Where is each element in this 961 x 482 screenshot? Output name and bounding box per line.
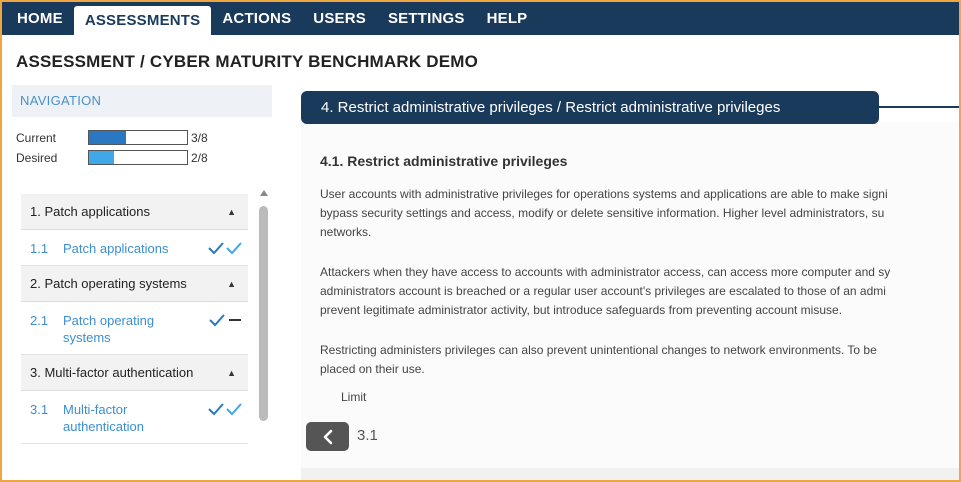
paragraph-line: bypass security settings and access, mod… (320, 206, 885, 220)
section-heading: 4.1. Restrict administrative privileges (320, 153, 568, 169)
item-number: 2.1 (30, 313, 49, 328)
check-dark-icon (208, 242, 224, 255)
tab-home[interactable]: HOME (6, 2, 74, 35)
sidebar-item-1-1[interactable]: 1.1 Patch applications (21, 230, 248, 266)
limit-label: Limit (341, 390, 367, 404)
progress-current-value: 3/8 (191, 130, 208, 145)
progress-current-bar (88, 130, 188, 145)
status-marks (208, 240, 242, 257)
tab-users[interactable]: USERS (302, 2, 377, 35)
group-title: 2. Patch operating systems (30, 276, 187, 291)
paragraph-line: User accounts with administrative privil… (320, 187, 888, 201)
progress-current-fill (89, 131, 126, 144)
section-title-bar: 4. Restrict administrative privileges / … (301, 91, 879, 124)
chevron-left-icon (323, 429, 332, 444)
paragraph-line: networks. (320, 225, 372, 239)
group-header-patch-applications[interactable]: 1. Patch applications ▲ (21, 194, 248, 230)
previous-section-ref[interactable]: 3.1 (357, 427, 378, 444)
progress-desired-fill (89, 151, 114, 164)
progress-desired-bar (88, 150, 188, 165)
tab-assessments[interactable]: ASSESSMENTS (73, 6, 212, 35)
sidebar-item-2-1[interactable]: 2.1 Patch operating systems (21, 302, 248, 355)
status-marks (209, 312, 241, 346)
status-marks (208, 401, 242, 435)
title-divider (879, 106, 959, 108)
caret-up-icon[interactable]: ▲ (227, 207, 236, 217)
scrollbar-thumb[interactable] (259, 206, 268, 421)
progress-current: Current 3/8 (16, 130, 208, 145)
paragraph-line: prevent legitimate administrator activit… (320, 303, 843, 317)
caret-up-icon[interactable]: ▲ (227, 279, 236, 289)
tab-help[interactable]: HELP (476, 2, 539, 35)
item-name[interactable]: Patch operating systems (63, 312, 205, 346)
scroll-up-arrow-icon[interactable] (260, 190, 268, 196)
top-navigation: HOME ASSESSMENTS ACTIONS USERS SETTINGS … (2, 2, 959, 35)
progress-desired: Desired 2/8 (16, 150, 208, 165)
dash-icon (229, 319, 241, 321)
paragraph-3: Restricting administers privileges can a… (320, 341, 959, 379)
item-number: 3.1 (30, 402, 49, 417)
paragraph-line: Restricting administers privileges can a… (320, 343, 877, 357)
back-button[interactable] (306, 422, 349, 451)
paragraph-1: User accounts with administrative privil… (320, 185, 959, 242)
item-number: 1.1 (30, 241, 49, 256)
paragraph-line: administrators account is breached or a … (320, 284, 886, 298)
app-frame: HOME ASSESSMENTS ACTIONS USERS SETTINGS … (0, 0, 961, 482)
paragraph-line: Attackers when they have access to accou… (320, 265, 891, 279)
page-title: ASSESSMENT / CYBER MATURITY BENCHMARK DE… (16, 52, 479, 71)
paragraph-line: placed on their use. (320, 362, 425, 376)
sidebar-item-3-1[interactable]: 3.1 Multi-factor authentication (21, 391, 248, 444)
progress-desired-label: Desired (16, 150, 58, 165)
content-footer (301, 468, 959, 480)
check-dark-icon (208, 403, 224, 416)
caret-up-icon[interactable]: ▲ (227, 368, 236, 378)
navigation-header: NAVIGATION (12, 85, 272, 117)
progress-current-label: Current (16, 130, 57, 145)
item-name[interactable]: Patch applications (63, 240, 204, 257)
group-title: 1. Patch applications (30, 204, 150, 219)
group-header-multi-factor-authentication[interactable]: 3. Multi-factor authentication ▲ (21, 355, 248, 391)
paragraph-2: Attackers when they have access to accou… (320, 263, 959, 320)
item-name[interactable]: Multi-factor authentication (63, 401, 204, 435)
tab-actions[interactable]: ACTIONS (211, 2, 302, 35)
check-light-icon (226, 242, 242, 255)
tab-settings[interactable]: SETTINGS (377, 2, 476, 35)
check-dark-icon (209, 314, 225, 327)
progress-desired-value: 2/8 (191, 150, 208, 165)
check-light-icon (226, 403, 242, 416)
sidebar-scrollbar[interactable] (258, 190, 269, 480)
sidebar-list: 1. Patch applications ▲ 1.1 Patch applic… (21, 194, 248, 480)
group-title: 3. Multi-factor authentication (30, 365, 194, 380)
group-header-patch-operating-systems[interactable]: 2. Patch operating systems ▲ (21, 266, 248, 302)
